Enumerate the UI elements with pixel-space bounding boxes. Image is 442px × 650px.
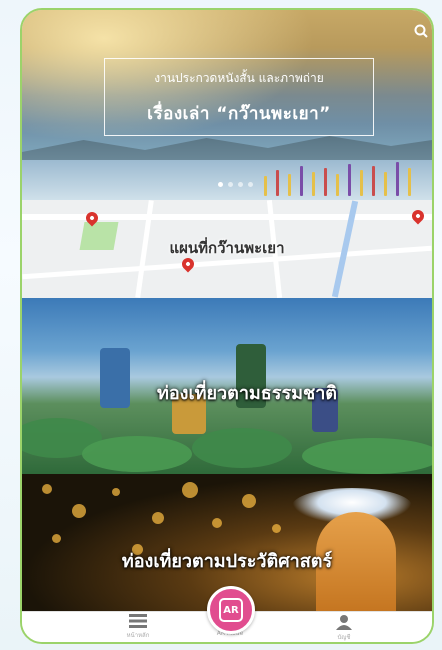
lotus-leaf [302, 438, 432, 474]
lotus-leaf [82, 436, 192, 472]
nature-tour-tile[interactable]: ท่องเที่ยวตามธรรมชาติ [22, 298, 432, 474]
carousel-dot[interactable] [238, 182, 243, 187]
nav-profile[interactable]: บัญชี [314, 614, 374, 642]
bokeh-light [42, 484, 52, 494]
ar-mode-button[interactable]: AR [207, 586, 255, 634]
hero-subtitle: งานประกวดหนังสั้น และภาพถ่าย [154, 71, 324, 85]
lotus-leaf [192, 428, 292, 468]
carousel-dot[interactable] [218, 182, 223, 187]
map-tile[interactable]: แผนที่กว๊านพะเยา [22, 200, 432, 298]
hero-title-box: งานประกวดหนังสั้น และภาพถ่าย เรื่องเล่า … [104, 58, 374, 136]
bokeh-light [52, 534, 61, 543]
bokeh-light [212, 518, 222, 528]
bottom-nav: หน้าหลัก AR Mode AR บัญชี [22, 586, 432, 642]
hero-banner[interactable]: งานประกวดหนังสั้น และภาพถ่าย เรื่องเล่า … [22, 10, 432, 200]
nature-tour-label: ท่องเที่ยวตามธรรมชาติ [157, 383, 337, 404]
map-label: แผนที่กว๊านพะเยา [169, 239, 285, 257]
carousel-dots[interactable] [218, 182, 253, 187]
phone-frame: งานประกวดหนังสั้น และภาพถ่าย เรื่องเล่า … [20, 8, 434, 644]
ar-icon: AR [219, 598, 243, 622]
menu-icon [108, 614, 168, 632]
nav-home-label: หน้าหลัก [126, 632, 150, 639]
user-icon [314, 614, 374, 634]
bokeh-light [272, 524, 281, 533]
carousel-dot[interactable] [248, 182, 253, 187]
map-pin-icon [409, 207, 427, 225]
bokeh-light [152, 512, 164, 524]
bokeh-light [72, 504, 86, 518]
nav-profile-label: บัญชี [337, 634, 351, 641]
bokeh-light [112, 488, 120, 496]
map-road [22, 214, 432, 220]
nav-home[interactable]: หน้าหลัก [108, 614, 168, 640]
bokeh-light [182, 482, 198, 498]
hero-title: เรื่องเล่า “กว๊านพะเยา” [147, 104, 331, 124]
history-tour-label: ท่องเที่ยวตามประวัติศาสตร์ [121, 551, 333, 572]
bokeh-light [242, 494, 256, 508]
flags-illustration [254, 160, 424, 196]
carousel-dot[interactable] [228, 182, 233, 187]
search-icon[interactable] [414, 24, 428, 42]
